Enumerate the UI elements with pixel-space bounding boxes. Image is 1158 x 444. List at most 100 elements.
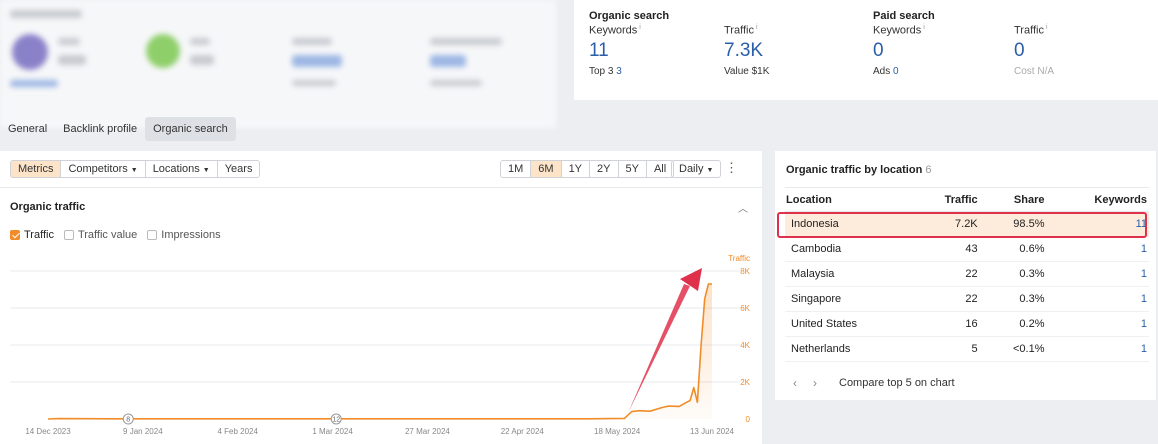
caret-down-icon: ▼ bbox=[130, 167, 138, 174]
legend-traffic-value[interactable]: Traffic value bbox=[63, 229, 138, 241]
location-cell: Singapore bbox=[785, 286, 911, 312]
organic-traffic-label: Traffic bbox=[724, 24, 754, 37]
organic-traffic-value[interactable]: 7.3K bbox=[724, 40, 769, 62]
x-tick-label: 1 Mar 2024 bbox=[312, 427, 353, 436]
cost-label: Cost bbox=[1014, 65, 1035, 77]
top3-label: Top 3 bbox=[589, 65, 614, 77]
organic-keywords-metric[interactable]: Keywords i 11 Top 3 3 bbox=[589, 24, 641, 77]
chevron-right-icon[interactable]: › bbox=[813, 376, 817, 390]
location-cell: United States bbox=[785, 311, 911, 337]
paid-traffic-metric[interactable]: Traffic i 0 Cost N/A bbox=[1014, 24, 1054, 77]
granularity-label: Daily bbox=[679, 163, 704, 175]
competitors-label: Competitors bbox=[68, 163, 128, 175]
legend-impressions-label: Impressions bbox=[161, 229, 221, 241]
traffic-cell: 16 bbox=[910, 311, 980, 337]
table-row[interactable]: Cambodia 43 0.6% 1 bbox=[785, 236, 1149, 262]
competitors-dropdown[interactable]: Competitors ▼ bbox=[61, 161, 146, 177]
checkbox-icon[interactable] bbox=[147, 230, 158, 240]
legend-traffic[interactable]: Traffic bbox=[10, 229, 54, 241]
keywords-cell[interactable]: 11 bbox=[1046, 211, 1149, 237]
table-row[interactable]: Netherlands 5 <0.1% 1 bbox=[785, 336, 1149, 362]
info-icon[interactable]: i bbox=[1046, 24, 1048, 31]
paid-search-summary: Paid search bbox=[873, 10, 935, 22]
traffic-cell: 22 bbox=[910, 286, 980, 312]
keywords-cell[interactable]: 1 bbox=[1046, 261, 1149, 287]
locations-dropdown[interactable]: Locations ▼ bbox=[146, 161, 218, 177]
table-row[interactable]: Malaysia 22 0.3% 1 bbox=[785, 261, 1149, 287]
organic-traffic-panel: 0 2K 4K 6K 8K Traffic 14 Dec 2023 9 Jan 2024 4 F… bbox=[0, 151, 762, 444]
y-tick-label: 6K bbox=[740, 304, 750, 313]
col-keywords[interactable]: Keywords bbox=[1046, 187, 1149, 212]
keywords-cell[interactable]: 1 bbox=[1046, 286, 1149, 312]
range-5y[interactable]: 5Y bbox=[619, 161, 647, 177]
col-location[interactable]: Location bbox=[785, 187, 911, 212]
years-filter[interactable]: Years bbox=[218, 161, 260, 177]
share-cell: 0.2% bbox=[979, 311, 1047, 337]
legend-traffic-value-label: Traffic value bbox=[77, 229, 138, 241]
table-pager: ‹ › Compare top 5 on chart bbox=[793, 376, 955, 390]
granularity-dropdown[interactable]: Daily ▼ bbox=[671, 160, 722, 178]
share-cell: 0.3% bbox=[979, 261, 1047, 287]
chevron-up-icon[interactable]: ︿ bbox=[738, 200, 748, 215]
organic-keywords-label: Keywords bbox=[589, 24, 638, 37]
ads-value[interactable]: 0 bbox=[893, 66, 899, 77]
chart-legend: Traffic Traffic value Impressions bbox=[10, 229, 221, 241]
traffic-area bbox=[48, 284, 712, 419]
cost-value: N/A bbox=[1037, 65, 1055, 77]
compare-top5-button[interactable]: Compare top 5 on chart bbox=[839, 377, 955, 389]
tab-backlink-profile[interactable]: Backlink profile bbox=[55, 117, 145, 141]
tab-organic-search[interactable]: Organic search bbox=[145, 117, 236, 141]
info-icon[interactable]: i bbox=[639, 24, 641, 31]
metrics-filter[interactable]: Metrics bbox=[11, 161, 62, 177]
table-row[interactable]: United States 16 0.2% 1 bbox=[785, 311, 1149, 337]
caret-down-icon: ▼ bbox=[706, 167, 714, 174]
y-tick-label: 8K bbox=[740, 267, 750, 276]
range-1y[interactable]: 1Y bbox=[562, 161, 591, 177]
location-cell: Indonesia bbox=[785, 211, 911, 237]
organic-traffic-metric[interactable]: Traffic i 7.3K Value $1K bbox=[724, 24, 769, 77]
chevron-left-icon[interactable]: ‹ bbox=[793, 376, 797, 390]
share-cell: <0.1% bbox=[979, 336, 1047, 362]
organic-keywords-value[interactable]: 11 bbox=[589, 40, 641, 62]
x-tick-label: 14 Dec 2023 bbox=[25, 427, 71, 436]
table-header: Location Traffic Share Keywords bbox=[785, 187, 1149, 212]
info-icon[interactable]: i bbox=[923, 24, 925, 31]
y-tick-label: 4K bbox=[740, 341, 750, 350]
paid-traffic-label: Traffic bbox=[1014, 24, 1044, 37]
table-row[interactable]: Indonesia 7.2K 98.5% 11 bbox=[785, 211, 1149, 237]
toolbar-divider bbox=[0, 187, 762, 188]
keywords-cell[interactable]: 1 bbox=[1046, 311, 1149, 337]
top3-value[interactable]: 3 bbox=[616, 66, 622, 77]
range-all[interactable]: All bbox=[647, 161, 673, 177]
paid-keywords-metric[interactable]: Keywords i 0 Ads 0 bbox=[873, 24, 925, 77]
range-1m[interactable]: 1M bbox=[501, 161, 532, 177]
location-cell: Netherlands bbox=[785, 336, 911, 362]
traffic-value-amount: $1K bbox=[751, 65, 770, 77]
checkbox-icon[interactable] bbox=[63, 230, 74, 240]
keywords-cell[interactable]: 1 bbox=[1046, 336, 1149, 362]
range-2y[interactable]: 2Y bbox=[590, 161, 619, 177]
share-cell: 98.5% bbox=[979, 211, 1047, 237]
paid-keywords-value[interactable]: 0 bbox=[873, 40, 925, 62]
location-cell: Malaysia bbox=[785, 261, 911, 287]
traffic-cell: 7.2K bbox=[910, 211, 980, 237]
y-tick-label: 0 bbox=[746, 415, 751, 424]
report-tabs: General Backlink profile Organic search bbox=[0, 117, 236, 141]
traffic-cell: 22 bbox=[910, 261, 980, 287]
col-share[interactable]: Share bbox=[979, 187, 1047, 212]
info-icon[interactable]: i bbox=[756, 24, 758, 31]
col-traffic[interactable]: Traffic bbox=[910, 187, 980, 212]
arrow-icon bbox=[628, 284, 690, 413]
tab-general[interactable]: General bbox=[0, 117, 55, 141]
paid-traffic-value[interactable]: 0 bbox=[1014, 40, 1054, 62]
location-cell: Cambodia bbox=[785, 236, 911, 262]
more-options-icon[interactable]: ⋮ bbox=[725, 161, 738, 174]
checkbox-checked-icon[interactable] bbox=[10, 230, 20, 240]
range-6m[interactable]: 6M bbox=[531, 161, 562, 177]
legend-impressions[interactable]: Impressions bbox=[147, 229, 221, 241]
keywords-cell[interactable]: 1 bbox=[1046, 236, 1149, 262]
x-tick-label: 22 Apr 2024 bbox=[501, 427, 545, 436]
table-row[interactable]: Singapore 22 0.3% 1 bbox=[785, 286, 1149, 312]
traffic-by-location-panel: Organic traffic by location 6 Location Tr… bbox=[775, 151, 1156, 400]
x-tick-label: 13 Jun 2024 bbox=[690, 427, 735, 436]
